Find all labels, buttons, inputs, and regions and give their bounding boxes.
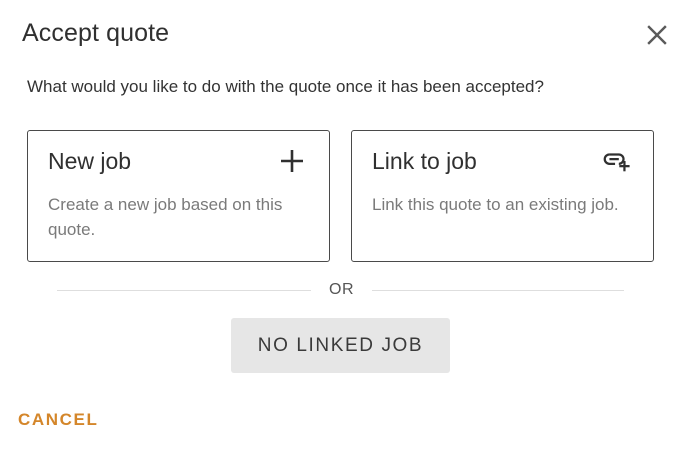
link-to-job-title: Link to job — [372, 148, 477, 174]
divider-line-right — [372, 290, 624, 291]
plus-icon — [277, 146, 307, 176]
new-job-option[interactable]: New job Create a new job based on this q… — [27, 130, 330, 262]
link-to-job-option[interactable]: Link to job Link this quote to an existi… — [351, 130, 654, 262]
dialog-title: Accept quote — [22, 19, 170, 47]
divider-line-left — [57, 290, 311, 291]
or-divider: OR — [57, 279, 624, 301]
or-label: OR — [329, 281, 354, 298]
close-icon — [647, 25, 667, 45]
no-linked-job-button[interactable]: NO LINKED JOB — [231, 318, 450, 373]
cancel-button[interactable]: CANCEL — [18, 409, 98, 431]
new-job-description: Create a new job based on this quote. — [48, 195, 283, 239]
link-to-job-description: Link this quote to an existing job. — [372, 195, 619, 214]
link-add-icon — [601, 146, 631, 176]
close-button[interactable] — [640, 18, 674, 52]
accept-quote-dialog: Accept quote What would you like to do w… — [0, 0, 680, 451]
new-job-title: New job — [48, 148, 132, 174]
dialog-question: What would you like to do with the quote… — [27, 77, 544, 96]
